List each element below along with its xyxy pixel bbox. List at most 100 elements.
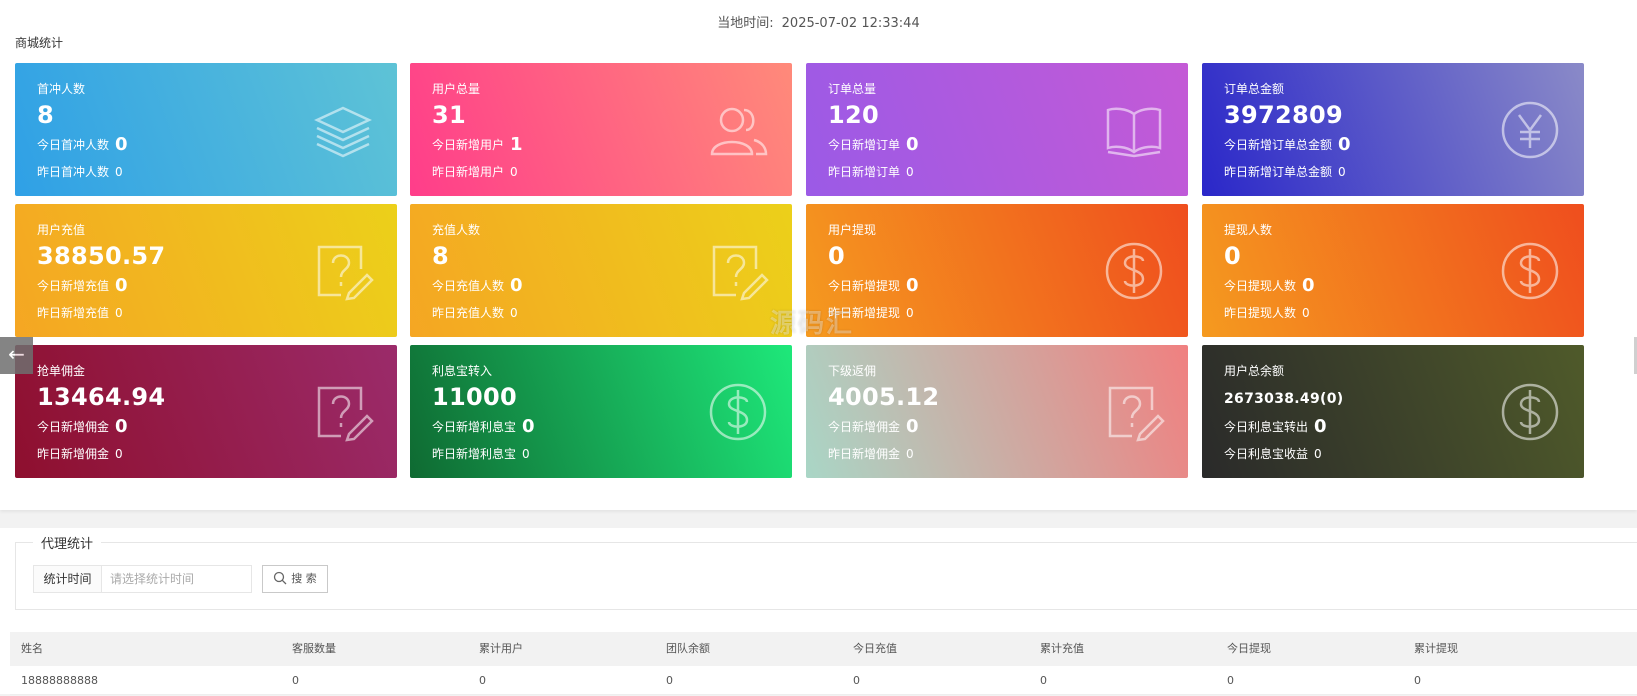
card-title: 抢单佣金: [37, 364, 86, 378]
agent-stats-panel: 代理统计 统计时间 请选择统计时间 搜 索 姓名 客服数量 累计用户 团队余额 今日充值…: [0, 528, 1637, 695]
stat-time-input[interactable]: 请选择统计时间: [102, 565, 252, 593]
local-time: 当地时间: 2025-07-02 12:33:44: [0, 12, 1637, 31]
card-yesterday: 昨日新增用户 0: [432, 163, 518, 180]
card-yesterday-label: 昨日新增订单总金额: [1224, 165, 1333, 179]
book-icon: [1106, 107, 1162, 158]
card-today-label: 今日充值人数: [432, 279, 505, 293]
agent-filter-fieldset: 代理统计 统计时间 请选择统计时间 搜 索: [15, 533, 1637, 610]
card-yesterday-value: 0: [906, 165, 914, 179]
card-yesterday-value: 0: [522, 447, 530, 461]
card-yesterday-label: 今日利息宝收益: [1224, 447, 1309, 461]
card-today: 今日利息宝转出 0: [1224, 416, 1327, 437]
card-today-value: 0: [906, 275, 919, 296]
card-today-label: 今日新增佣金: [37, 420, 110, 434]
question-edit-icon: [317, 245, 374, 301]
column-header: 今日充值: [853, 642, 897, 655]
card-yesterday-label: 昨日新增佣金: [37, 447, 110, 461]
search-button[interactable]: 搜 索: [262, 565, 328, 593]
card-yesterday-label: 昨日新增用户: [432, 165, 505, 179]
card-today: 今日新增利息宝 0: [432, 416, 535, 437]
card-yesterday-value: 0: [906, 447, 914, 461]
card-title: 用户总余额: [1224, 364, 1285, 378]
table-cell: 0: [853, 674, 860, 687]
card-value: 3972809: [1224, 101, 1343, 129]
card-title: 订单总金额: [1224, 82, 1285, 96]
question-edit-icon: [1108, 386, 1165, 442]
card-yesterday: 昨日充值人数 0: [432, 304, 518, 321]
card-yesterday-value: 0: [1314, 447, 1322, 461]
card-yesterday: 昨日新增佣金 0: [828, 445, 914, 462]
card-today-value: 0: [510, 275, 523, 296]
card-today-label: 今日新增订单: [828, 138, 901, 152]
dollar-icon: [709, 383, 767, 441]
card-yesterday-label: 昨日新增利息宝: [432, 447, 517, 461]
stat-card[interactable]: 首冲人数 8 今日首冲人数 0 昨日首冲人数 0: [15, 63, 397, 196]
card-yesterday-label: 昨日首冲人数: [37, 165, 110, 179]
card-today-value: 0: [1302, 275, 1315, 296]
card-yesterday: 昨日新增充值 0: [37, 304, 123, 321]
card-today-label: 今日新增充值: [37, 279, 110, 293]
table-header: 姓名 客服数量 累计用户 团队余额 今日充值 累计充值 今日提现 累计提现: [10, 632, 1637, 666]
card-today: 今日首冲人数 0: [37, 134, 128, 155]
column-header: 今日提现: [1227, 642, 1271, 655]
card-yesterday: 昨日新增订单 0: [828, 163, 914, 180]
watermark: 源码汇: [770, 309, 855, 339]
card-today-label: 今日首冲人数: [37, 138, 110, 152]
stat-card[interactable]: 下级返佣 4005.12 今日新增佣金 0 昨日新增佣金 0: [806, 345, 1188, 478]
card-today-label: 今日新增提现: [828, 279, 901, 293]
question-edit-icon: [317, 386, 374, 442]
card-title: 利息宝转入: [432, 364, 493, 378]
column-header: 客服数量: [292, 642, 336, 655]
card-yesterday: 昨日提现人数 0: [1224, 304, 1310, 321]
card-title: 用户充值: [37, 223, 86, 237]
stat-time-label: 统计时间: [33, 565, 102, 593]
users-icon: [710, 107, 768, 156]
card-yesterday-value: 0: [1302, 306, 1310, 320]
card-today-value: 0: [1314, 416, 1327, 437]
stat-card[interactable]: 提现人数 0 今日提现人数 0 昨日提现人数 0: [1202, 204, 1584, 337]
card-today-value: 0: [1338, 134, 1351, 155]
stat-card[interactable]: 充值人数 8 今日充值人数 0 昨日充值人数 0: [410, 204, 792, 337]
stat-card[interactable]: 用户总余额 2673038.49(0) 今日利息宝转出 0 今日利息宝收益 0: [1202, 345, 1584, 478]
card-yesterday: 今日利息宝收益 0: [1224, 445, 1322, 462]
card-today-label: 今日利息宝转出: [1224, 420, 1309, 434]
table-cell: 0: [292, 674, 299, 687]
stat-card[interactable]: 订单总金额 3972809 今日新增订单总金额 0 昨日新增订单总金额 0: [1202, 63, 1584, 196]
stat-card[interactable]: 用户总量 31 今日新增用户 1 昨日新增用户 0: [410, 63, 792, 196]
stat-card[interactable]: 抢单佣金 13464.94 今日新增佣金 0 昨日新增佣金 0: [15, 345, 397, 478]
card-value: 38850.57: [37, 242, 166, 270]
dollar-icon: [1105, 242, 1163, 300]
stat-card[interactable]: 订单总量 120 今日新增订单 0 昨日新增订单 0: [806, 63, 1188, 196]
card-yesterday-value: 0: [115, 447, 123, 461]
local-time-value: 2025-07-02 12:33:44: [781, 16, 920, 31]
stat-card[interactable]: 用户提现 0 今日新增提现 0 昨日新增提现 0: [806, 204, 1188, 337]
shop-stats-panel: 当地时间: 2025-07-02 12:33:44 商城统计 首冲人数 8 今日首冲人…: [0, 0, 1637, 510]
card-today-value: 0: [115, 275, 128, 296]
dollar-icon: [1501, 242, 1559, 300]
card-value: 11000: [432, 383, 517, 411]
card-today: 今日充值人数 0: [432, 275, 523, 296]
card-value: 13464.94: [37, 383, 166, 411]
card-today: 今日新增订单 0: [828, 134, 919, 155]
table-row[interactable]: 18888888888 0 0 0 0 0 0 0: [10, 666, 1637, 695]
column-header: 团队余额: [666, 642, 710, 655]
card-title: 用户提现: [828, 223, 877, 237]
card-title: 首冲人数: [37, 82, 86, 96]
card-yesterday-label: 昨日充值人数: [432, 306, 505, 320]
card-yesterday-label: 昨日新增佣金: [828, 447, 901, 461]
card-yesterday: 昨日新增利息宝 0: [432, 445, 530, 462]
card-today-value: 0: [906, 416, 919, 437]
card-today-label: 今日新增用户: [432, 138, 505, 152]
card-yesterday-label: 昨日提现人数: [1224, 306, 1297, 320]
table-cell: 18888888888: [21, 674, 98, 687]
card-today-value: 0: [115, 134, 128, 155]
stat-card[interactable]: 利息宝转入 11000 今日新增利息宝 0 昨日新增利息宝 0: [410, 345, 792, 478]
card-today-value: 0: [522, 416, 535, 437]
card-value: 0: [1224, 242, 1241, 270]
card-today-value: 0: [906, 134, 919, 155]
stat-card[interactable]: 用户充值 38850.57 今日新增充值 0 昨日新增充值 0: [15, 204, 397, 337]
card-yesterday-value: 0: [115, 165, 123, 179]
back-arrow-icon[interactable]: ←: [0, 337, 33, 374]
card-today: 今日新增用户 1: [432, 134, 523, 155]
table-cell: 0: [1414, 674, 1421, 687]
